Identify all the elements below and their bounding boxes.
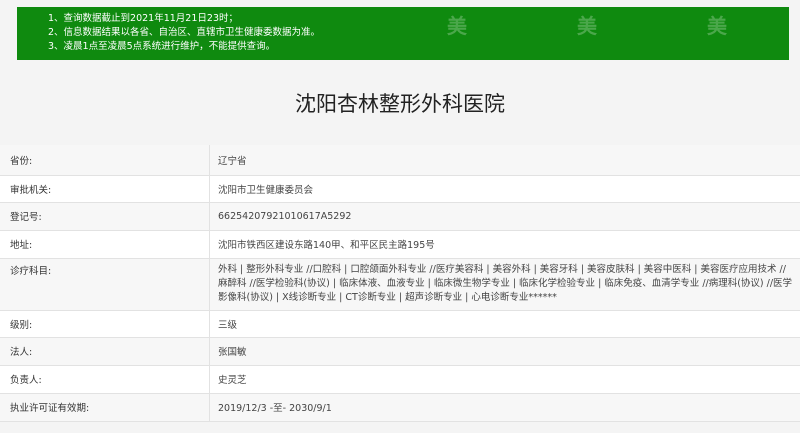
row-label: 级别: <box>0 310 210 338</box>
table-row: 执业许可证有效期: 2019/12/3 -至- 2030/9/1 <box>0 393 800 422</box>
row-label: 登记号: <box>0 202 210 231</box>
hospital-info-table: 省份: 辽宁省 审批机关: 沈阳市卫生健康委员会 登记号: 6625420792… <box>0 145 800 422</box>
notice-line-2: 2、信息数据结果以各省、自治区、直辖市卫生健康委数据为准。 <box>48 27 321 38</box>
notice-banner: 1、查询数据截止到2021年11月21日23时； 2、信息数据结果以各省、自治区… <box>17 7 789 60</box>
row-value: 辽宁省 <box>209 145 800 176</box>
row-value: 沈阳市卫生健康委员会 <box>209 175 800 203</box>
row-value: 沈阳市铁西区建设东路140甲、和平区民主路195号 <box>209 230 800 259</box>
notice-line-1: 1、查询数据截止到2021年11月21日23时； <box>48 13 238 24</box>
table-row: 地址: 沈阳市铁西区建设东路140甲、和平区民主路195号 <box>0 230 800 259</box>
row-value: 三级 <box>209 310 800 338</box>
watermark: 美 <box>577 14 597 38</box>
table-row: 级别: 三级 <box>0 310 800 338</box>
page-title: 沈阳杏林整形外科医院 <box>295 92 505 116</box>
row-label: 省份: <box>0 145 210 176</box>
row-value: 外科 | 整形外科专业 //口腔科 | 口腔颌面外科专业 //医疗美容科 | 美… <box>218 264 793 303</box>
watermark: 美 <box>447 14 467 38</box>
table-row: 负责人: 史灵芝 <box>0 365 800 394</box>
table-row: 登记号: 66254207921010617A5292 <box>0 202 800 231</box>
table-row: 法人: 张国敏 <box>0 337 800 366</box>
row-value: 史灵芝 <box>209 365 800 394</box>
row-label: 负责人: <box>0 365 210 394</box>
notice-line-3: 3、凌晨1点至凌晨5点系统进行维护，不能提供查询。 <box>48 41 276 52</box>
row-value: 张国敏 <box>209 337 800 366</box>
table-row: 省份: 辽宁省 <box>0 145 800 176</box>
row-label: 执业许可证有效期: <box>0 393 210 422</box>
row-label: 法人: <box>0 337 210 366</box>
table-row: 审批机关: 沈阳市卫生健康委员会 <box>0 175 800 203</box>
row-label: 诊疗科目: <box>0 258 210 311</box>
watermark: 美 <box>707 14 727 38</box>
row-label: 地址: <box>0 230 210 259</box>
row-label: 审批机关: <box>0 175 210 203</box>
row-value: 66254207921010617A5292 <box>209 202 800 231</box>
row-value: 2019/12/3 -至- 2030/9/1 <box>209 393 800 422</box>
table-row: 诊疗科目: 外科 | 整形外科专业 //口腔科 | 口腔颌面外科专业 //医疗美… <box>0 258 800 311</box>
